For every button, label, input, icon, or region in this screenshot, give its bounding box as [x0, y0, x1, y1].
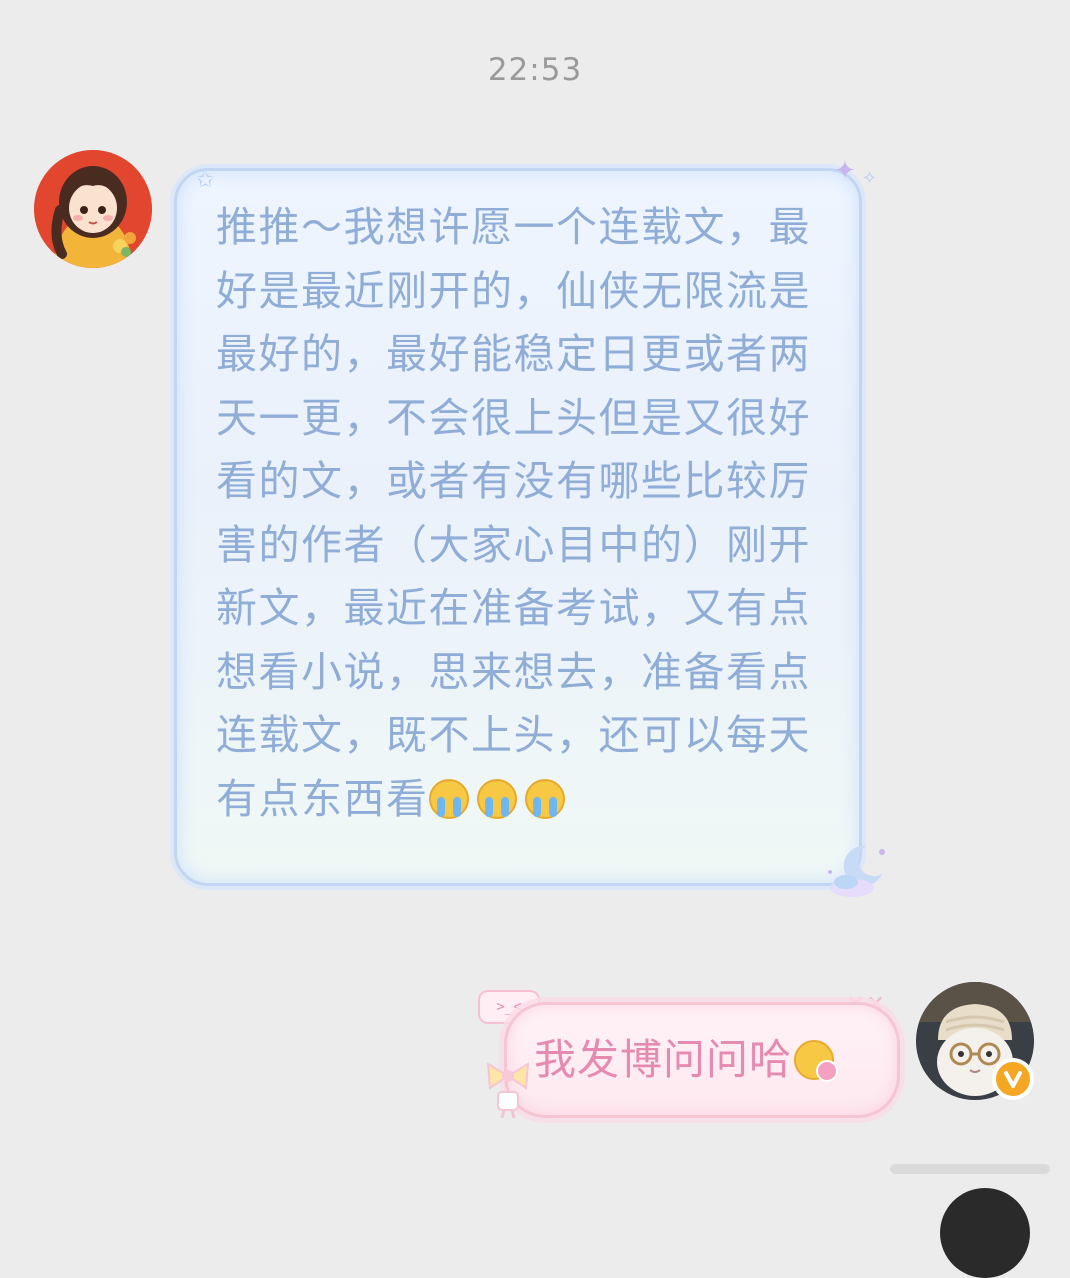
message-timestamp: 22:53 [487, 52, 583, 88]
loudly-crying-face-icon [428, 778, 469, 819]
bow-decoration-icon [486, 1062, 530, 1118]
sparkle-small-icon: ✧ [862, 168, 878, 189]
verified-v-badge-icon [992, 1058, 1034, 1100]
received-message-text: 推推～我想许愿一个连载文，最好是最近刚开的，仙侠无限流是最好的，最好能稳定日更或… [216, 196, 836, 831]
sent-message-content: 我发博问问哈 [534, 1035, 793, 1084]
moon-whale-decoration-icon [828, 845, 885, 897]
loudly-crying-face-icon [524, 778, 565, 819]
sender-avatar[interactable] [34, 150, 152, 268]
loudly-crying-face-icon [476, 778, 517, 819]
sparkle-decoration-icon: ✦ [834, 156, 856, 186]
next-message-avatar[interactable] [940, 1188, 1030, 1278]
girl-avatar-icon [34, 150, 152, 268]
sent-message-text: 我发博问问哈 [534, 1030, 839, 1090]
star-decoration-icon: ✩ [196, 168, 215, 193]
smiling-face-with-flower-icon [794, 1040, 839, 1082]
received-message-content: 推推～我想许愿一个连载文，最好是最近刚开的，仙侠无限流是最好的，最好能稳定日更或… [216, 203, 811, 823]
watermark-decoration [890, 1164, 1050, 1174]
